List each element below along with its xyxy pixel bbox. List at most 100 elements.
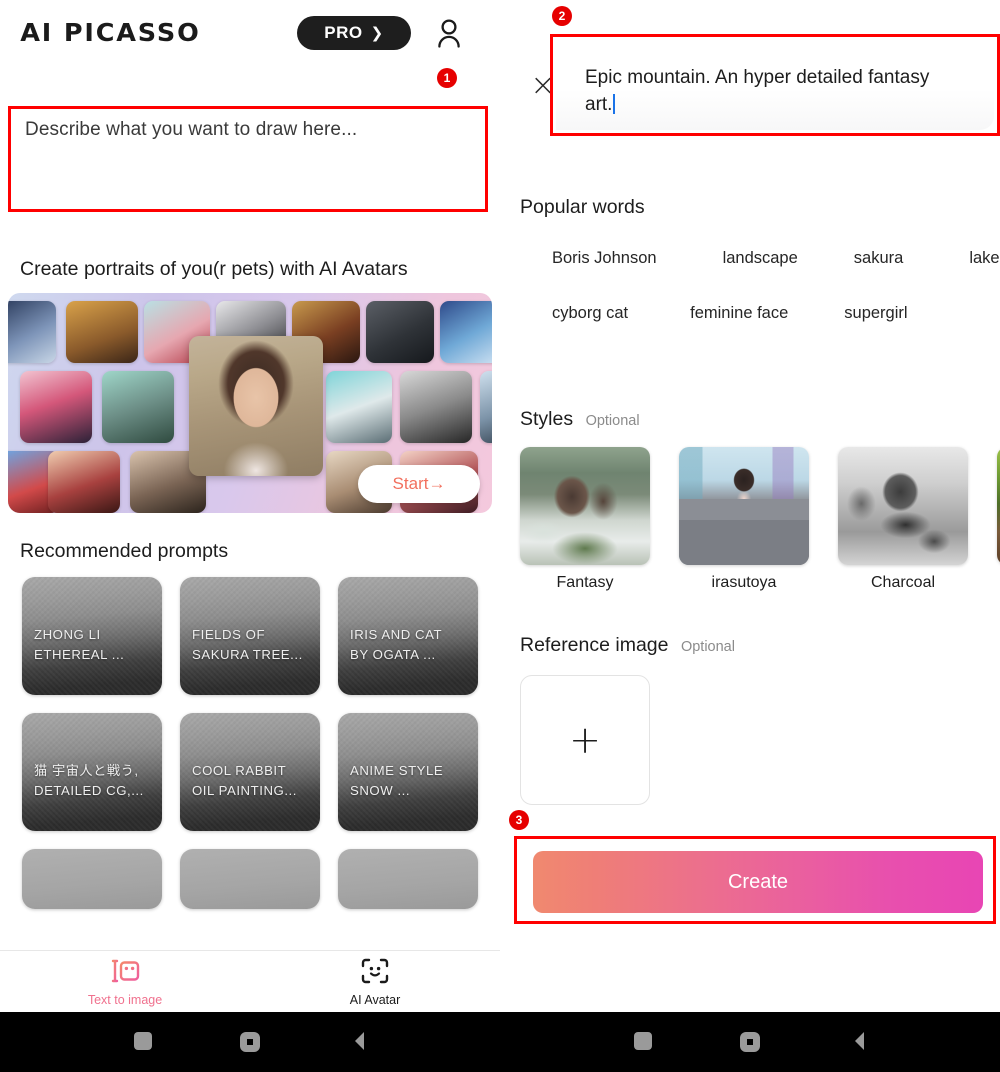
popular-word-chip[interactable]: feminine face	[676, 298, 821, 347]
recommended-prompt-card[interactable]: COOL RABBIT OIL PAINTING...	[180, 713, 320, 831]
style-label: Fantasy	[556, 574, 614, 591]
start-label: Start→	[392, 474, 446, 493]
collage-tile	[480, 371, 492, 443]
recents-square-icon[interactable]	[134, 1032, 152, 1050]
recommended-prompt-card[interactable]	[22, 849, 162, 909]
prompt-text-span: Epic mountain. An hyper detailed fantasy…	[585, 67, 930, 115]
text-to-image-icon	[109, 957, 141, 990]
chip-label: supergirl	[844, 304, 908, 322]
android-nav-right	[500, 1012, 1000, 1072]
annotation-badge-3: 3	[509, 810, 529, 830]
popular-word-chip[interactable]: supergirl	[830, 298, 940, 347]
reference-image-optional-label: Optional	[680, 639, 735, 655]
avatar-promo-banner[interactable]: Start→	[8, 293, 492, 513]
recommended-prompt-card[interactable]	[338, 849, 478, 909]
recommended-prompt-card[interactable]: FIELDS OF SAKURA TREE...	[180, 577, 320, 695]
prompt-placeholder-left: Describe what you want to draw here...	[25, 119, 358, 140]
ai-avatar-promo-section: Create portraits of you(r pets) with AI …	[0, 258, 500, 513]
home-circle-icon[interactable]	[240, 1032, 260, 1052]
reference-image-title: Reference image	[520, 634, 669, 656]
charcoal-cottage-thumb	[838, 447, 968, 565]
chip-label: sakura	[853, 249, 904, 267]
popular-word-chip[interactable]: lake	[955, 243, 1000, 292]
popular-words-row: cyborg cat feminine face supergirl	[520, 298, 1000, 347]
chip-label: feminine face	[690, 304, 789, 322]
irasutoya-girl-thumb	[679, 447, 809, 565]
recommended-prompt-label: IRIS AND CAT BY OGATA ...	[350, 627, 443, 662]
chip-label: Boris Johnson	[552, 249, 657, 267]
styles-optional-label: Optional	[585, 413, 640, 429]
create-button[interactable]: Create	[533, 851, 983, 913]
popular-word-chip[interactable]: landscape	[709, 243, 831, 292]
style-option-fantasy[interactable]: Fantasy	[520, 447, 650, 592]
popular-word-chip[interactable]: sakura	[840, 243, 935, 292]
add-reference-image-button[interactable]: +	[520, 675, 650, 805]
collage-tile	[48, 451, 120, 513]
popular-word-chip[interactable]: Boris Johnson	[538, 243, 689, 292]
pro-button[interactable]: PRO ❯	[297, 16, 411, 50]
create-highlight: Create	[514, 836, 996, 924]
home-circle-icon[interactable]	[740, 1032, 760, 1052]
styles-title: Styles	[520, 408, 574, 430]
collage-tile	[400, 371, 472, 443]
prompt-input-left[interactable]: Describe what you want to draw here...	[8, 106, 488, 212]
recommended-prompt-label: FIELDS OF SAKURA TREE...	[192, 627, 303, 662]
tab-ai-avatar[interactable]: AI Avatar	[250, 957, 500, 1007]
styles-row: Fantasy irasutoya Charcoal	[520, 447, 1000, 592]
annotation-badge-1: 1	[437, 68, 457, 88]
recents-square-icon[interactable]	[634, 1032, 652, 1050]
reference-image-section: Reference image Optional +	[520, 634, 1000, 805]
avatar-start-button[interactable]: Start→	[358, 465, 480, 503]
recommended-prompt-label: 猫 宇宙人と戦う, DETAILED CG,...	[34, 763, 144, 798]
collage-tile	[366, 301, 434, 363]
tab-text-to-image[interactable]: Text to image	[0, 957, 250, 1007]
collage-hero-portrait	[189, 336, 323, 476]
prompt-value-right: Epic mountain. An hyper detailed fantasy…	[585, 65, 957, 119]
chip-label: lake	[969, 249, 1000, 267]
collage-tile	[440, 301, 492, 363]
avatar-promo-title: Create portraits of you(r pets) with AI …	[20, 258, 408, 280]
collage-tile	[102, 371, 174, 443]
tab-label: AI Avatar	[349, 992, 401, 1007]
pro-label: PRO	[324, 23, 363, 42]
reference-image-header: Reference image Optional	[520, 634, 1000, 657]
recommended-prompt-card[interactable]	[180, 849, 320, 909]
popular-word-chip[interactable]: cyborg cat	[538, 298, 661, 347]
recommended-prompt-label: ANIME STYLE SNOW ...	[350, 763, 444, 798]
account-icon[interactable]	[436, 18, 462, 48]
annotation-badge-2: 2	[552, 6, 572, 26]
text-caret	[613, 93, 616, 114]
popular-words-title: Popular words	[520, 196, 645, 218]
recommended-prompt-card[interactable]: 猫 宇宙人と戦う, DETAILED CG,...	[22, 713, 162, 831]
collage-tile	[66, 301, 138, 363]
recommended-prompt-label: COOL RABBIT OIL PAINTING...	[192, 763, 297, 798]
styles-header: Styles Optional	[520, 408, 1000, 431]
recommended-prompt-card[interactable]: ZHONG LI ETHEREAL ...	[22, 577, 162, 695]
back-chevron-icon[interactable]	[350, 1030, 368, 1057]
ai-avatar-face-icon	[360, 957, 390, 990]
bottom-tabbar: Text to image AI Avatar	[0, 950, 500, 1012]
popular-words-section: Popular words Boris Johnson landscape sa…	[520, 196, 1000, 353]
collage-tile	[20, 371, 92, 443]
collage-tile	[8, 301, 56, 363]
left-panel: AI PICASSO PRO ❯ Describe what you want …	[0, 0, 500, 1012]
right-panel: × Epic mountain. An hyper detailed fanta…	[510, 0, 1000, 1012]
chevron-right-icon: ❯	[370, 24, 384, 42]
recommended-prompt-card[interactable]: ANIME STYLE SNOW ...	[338, 713, 478, 831]
screen-root: AI PICASSO PRO ❯ Describe what you want …	[0, 0, 1000, 1072]
plus-icon: +	[569, 718, 601, 762]
style-label: Charcoal	[870, 574, 936, 591]
styles-section: Styles Optional Fantasy irasutoya Charco…	[520, 408, 1000, 592]
app-logo: AI PICASSO	[20, 18, 201, 47]
prompt-input-right[interactable]: Epic mountain. An hyper detailed fantasy…	[550, 34, 1000, 136]
recommended-prompt-card[interactable]: IRIS AND CAT BY OGATA ...	[338, 577, 478, 695]
create-label: Create	[727, 870, 789, 893]
collage-tile	[326, 371, 392, 443]
chip-label: landscape	[722, 249, 798, 267]
style-option-charcoal[interactable]: Charcoal	[838, 447, 968, 592]
style-label: irasutoya	[711, 574, 777, 591]
app-header: AI PICASSO PRO ❯	[0, 0, 500, 64]
chip-label: cyborg cat	[552, 304, 629, 322]
back-chevron-icon[interactable]	[850, 1030, 868, 1057]
style-option-irasutoya[interactable]: irasutoya	[679, 447, 809, 592]
